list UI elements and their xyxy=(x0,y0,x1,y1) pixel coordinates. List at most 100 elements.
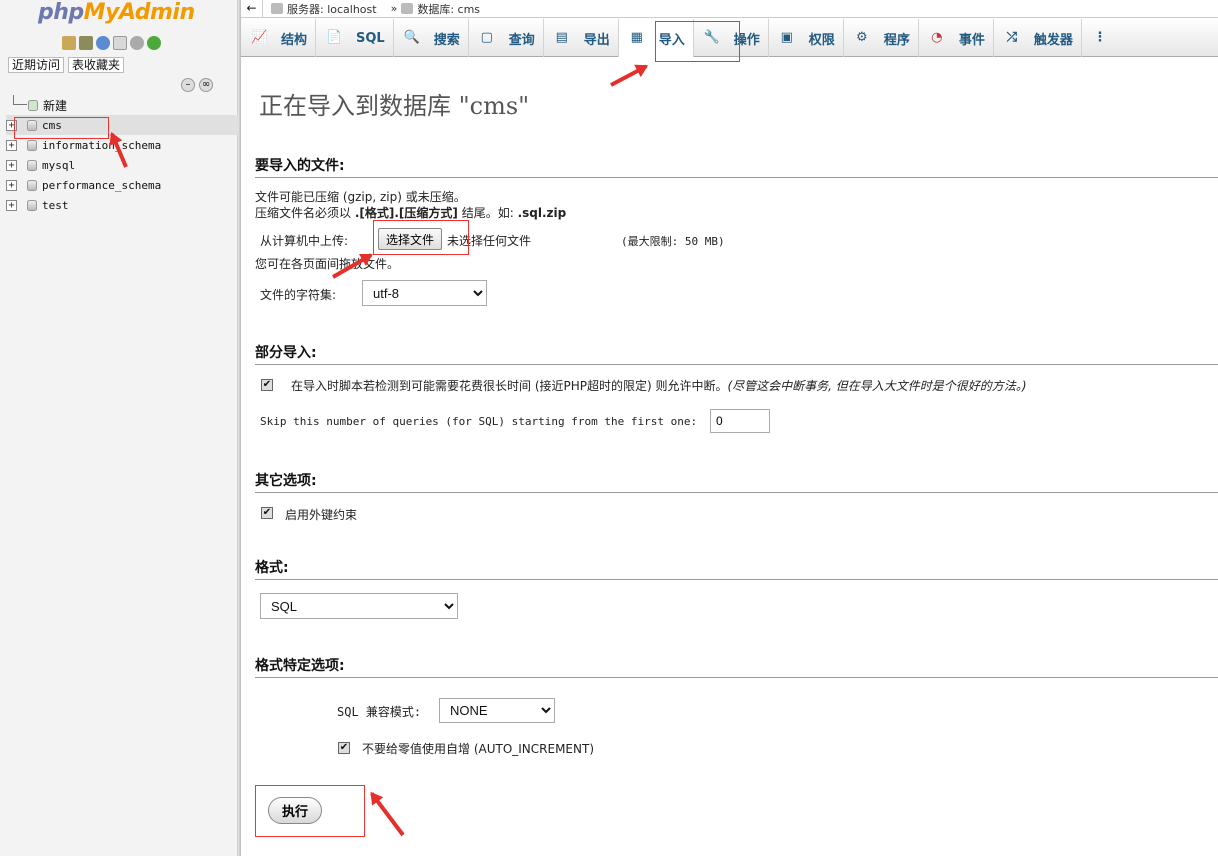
favorites-tab[interactable]: 表收藏夹 xyxy=(68,57,125,73)
wrench-icon: 🔧 xyxy=(703,30,720,45)
no-file-text: 未选择任何文件 xyxy=(447,234,532,248)
charset-select[interactable]: utf-8 xyxy=(362,280,487,306)
database-icon xyxy=(27,159,37,171)
tab-events[interactable]: ◔ 事件 xyxy=(919,19,994,57)
upload-label: 从计算机中上传: xyxy=(260,234,349,248)
skip-label: Skip this number of queries (for SQL) st… xyxy=(260,415,698,428)
db-name[interactable]: cms xyxy=(42,119,62,132)
structure-icon: 📈 xyxy=(251,30,268,45)
allow-interrupt-text: 在导入时脚本若检测到可能需要花费很长时间 (接近PHP超时的限定) 则允许中断。 xyxy=(291,379,728,393)
expand-icon[interactable]: + xyxy=(6,119,17,131)
expand-icon[interactable]: + xyxy=(6,139,17,151)
db-name[interactable]: test xyxy=(42,199,69,212)
format-section-heading: 格式: xyxy=(255,557,1218,580)
tab-label: 查询 xyxy=(508,32,535,48)
db-name[interactable]: performance_schema xyxy=(42,179,161,192)
allow-interrupt-note: (尽管这会中断事务, 但在导入大文件时是个很好的方法。) xyxy=(727,379,1027,393)
tree-db-mysql[interactable]: + mysql xyxy=(6,155,238,175)
help-icon[interactable] xyxy=(96,36,110,50)
tab-export[interactable]: ▤ 导出 xyxy=(544,19,619,57)
recent-tab[interactable]: 近期访问 xyxy=(8,57,65,73)
gear-icon[interactable] xyxy=(130,36,144,50)
import-page: 正在导入到数据库 "cms" 要导入的文件: 文件可能已压缩 (gzip, zi… xyxy=(241,58,1218,856)
tab-structure[interactable]: 📈 结构 xyxy=(241,19,317,57)
crumb-separator: » xyxy=(390,2,398,15)
format-select[interactable]: SQL xyxy=(260,593,458,619)
skip-queries-input[interactable] xyxy=(710,409,770,433)
search-icon: 🔍 xyxy=(403,30,420,45)
database-icon xyxy=(401,3,414,14)
collapse-all-icon[interactable]: – xyxy=(181,78,195,92)
link-icon[interactable]: ∞ xyxy=(199,78,213,92)
tree-db-performance-schema[interactable]: + performance_schema xyxy=(6,175,238,195)
tab-label: 结构 xyxy=(281,32,308,48)
tab-sql[interactable]: 📄 SQL xyxy=(316,19,394,57)
navigation-panel: phpMyAdmin 近期访问 表收藏夹 – ∞ 新建 + cms + info… xyxy=(0,0,238,856)
tab-label: 导出 xyxy=(583,32,610,48)
tree-new[interactable]: 新建 xyxy=(6,95,238,115)
foreign-key-checkbox[interactable]: ✔ xyxy=(261,507,273,519)
file-section-heading: 要导入的文件: xyxy=(255,155,1218,178)
charset-label: 文件的字符集: xyxy=(260,288,337,302)
tab-label: SQL xyxy=(356,30,385,46)
compat-select[interactable]: NONE xyxy=(439,698,555,723)
home-icon[interactable] xyxy=(62,36,76,50)
tab-label: 权限 xyxy=(808,32,835,48)
expand-icon[interactable]: + xyxy=(6,159,17,171)
new-db-icon xyxy=(28,99,38,111)
database-menu: 📈 结构 📄 SQL 🔍 搜索 ▢ 查询 ▤ 导出 ▦ 导入 🔧 操作 ▣ 权限 ⚙ 程序 ◔ 事件… xyxy=(241,19,1218,57)
docs-icon[interactable] xyxy=(113,36,127,50)
back-arrow-icon[interactable]: ← xyxy=(241,0,263,18)
tab-import[interactable]: ▦ 导入 xyxy=(618,19,694,57)
other-section-heading: 其它选项: xyxy=(255,470,1218,493)
drag-hint: 您可在各页面间拖放文件。 xyxy=(255,257,400,271)
tab-more[interactable]: ⋮ xyxy=(1082,19,1116,57)
sql-icon: 📄 xyxy=(326,30,343,45)
database-icon xyxy=(27,119,37,131)
expand-icon[interactable]: + xyxy=(6,179,17,191)
tab-query[interactable]: ▢ 查询 xyxy=(469,19,544,57)
tree-db-information-schema[interactable]: + information_schema xyxy=(6,135,238,155)
filename-example: .sql.zip xyxy=(517,206,567,220)
filename-note-prefix: 压缩文件名必须以 xyxy=(255,206,355,220)
allow-interrupt-label: 在导入时脚本若检测到可能需要花费很长时间 (接近PHP超时的限定) 则允许中断。… xyxy=(291,377,1027,394)
tab-routines[interactable]: ⚙ 程序 xyxy=(844,19,919,57)
go-button[interactable]: 执行 xyxy=(268,797,322,824)
phpmyadmin-logo[interactable]: phpMyAdmin xyxy=(38,0,195,25)
max-limit: (最大限制: 50 MB) xyxy=(621,235,725,248)
filename-note: 压缩文件名必须以 .[格式].[压缩方式] 结尾。如: .sql.zip xyxy=(255,204,566,221)
crumb-server[interactable]: 服务器: localhost xyxy=(271,1,377,17)
triggers-icon: ⤮ xyxy=(1006,30,1018,45)
tab-search[interactable]: 🔍 搜索 xyxy=(394,19,469,57)
import-icon: ▦ xyxy=(630,30,643,45)
filename-note-mid: 结尾。如: xyxy=(457,206,518,220)
crumb-database[interactable]: 数据库: cms xyxy=(401,1,480,17)
allow-interrupt-checkbox[interactable]: ✔ xyxy=(261,379,273,391)
clock-icon: ◔ xyxy=(931,30,943,45)
db-name[interactable]: information_schema xyxy=(42,139,161,152)
tab-label: 操作 xyxy=(733,32,760,48)
choose-file-button[interactable]: 选择文件 xyxy=(378,228,443,250)
new-label: 新建 xyxy=(43,98,68,113)
crumb-database-label: 数据库: cms xyxy=(417,2,481,16)
tab-label: 导入 xyxy=(658,32,685,48)
no-auto-value-checkbox[interactable]: ✔ xyxy=(338,742,350,754)
tab-operations[interactable]: 🔧 操作 xyxy=(694,19,769,57)
tree-db-test[interactable]: + test xyxy=(6,195,238,215)
tab-triggers[interactable]: ⤮ 触发器 xyxy=(994,19,1082,57)
db-name[interactable]: mysql xyxy=(42,159,75,172)
tree-tools: – ∞ xyxy=(181,78,213,92)
partial-section-heading: 部分导入: xyxy=(255,342,1218,365)
more-icon: ⋮ xyxy=(1093,30,1107,45)
exit-icon[interactable] xyxy=(79,36,93,50)
expand-icon[interactable]: + xyxy=(6,199,17,211)
tree-db-cms[interactable]: + cms xyxy=(6,115,238,135)
filename-format: .[格式].[压缩方式] xyxy=(354,206,458,220)
quick-icons xyxy=(62,36,161,50)
no-auto-value-label: 不要给零值使用自增 (AUTO_INCREMENT) xyxy=(362,742,595,756)
format-options-heading: 格式特定选项: xyxy=(255,655,1218,678)
compression-note: 文件可能已压缩 (gzip, zip) 或未压缩。 xyxy=(255,190,466,204)
privileges-icon: ▣ xyxy=(780,30,793,45)
reload-icon[interactable] xyxy=(147,36,161,50)
tab-privileges[interactable]: ▣ 权限 xyxy=(769,19,844,57)
